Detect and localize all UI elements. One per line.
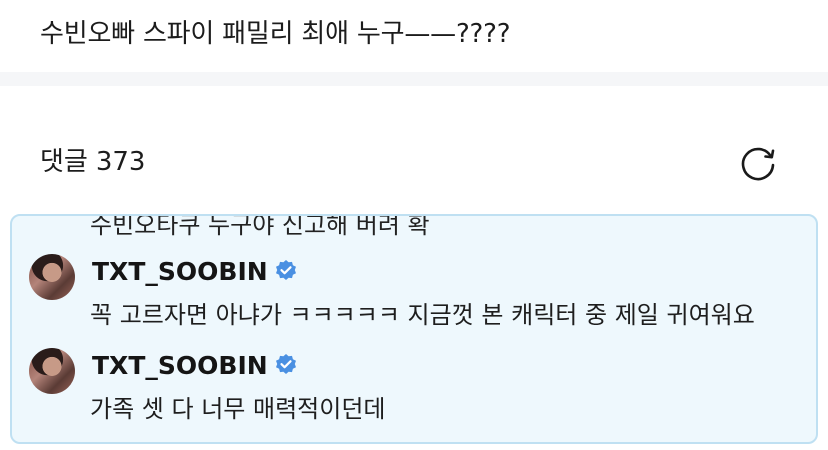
comments-count: 373	[95, 147, 146, 177]
username-text: TXT_SOOBIN	[92, 351, 268, 380]
avatar[interactable]	[29, 348, 75, 394]
previous-comment-text: 수빈오타쿠 누구야 신고해 버려 확	[90, 214, 430, 239]
comments-label: 댓글	[40, 147, 88, 177]
verified-badge-icon	[274, 259, 298, 283]
highlighted-comment-thread: 수빈오타쿠 누구야 신고해 버려 확 TXT_SOOBIN 꼭 고르자면 아냐가…	[10, 214, 818, 444]
avatar[interactable]	[29, 254, 75, 300]
comments-header: 댓글 373	[40, 142, 145, 182]
verified-badge-icon	[274, 353, 298, 377]
reply-text: 꼭 고르자면 아냐가 ㅋㅋㅋㅋㅋ 지금껏 본 캐릭터 중 제일 귀여워요	[90, 301, 755, 329]
username[interactable]: TXT_SOOBIN	[92, 256, 298, 288]
reply-text: 가족 셋 다 너무 매력적이던데	[90, 395, 386, 423]
section-divider	[0, 72, 828, 86]
username[interactable]: TXT_SOOBIN	[92, 350, 298, 382]
post-title: 수빈오빠 스파이 패밀리 최애 누구——????	[40, 19, 511, 49]
username-text: TXT_SOOBIN	[92, 257, 268, 286]
refresh-icon[interactable]	[740, 144, 778, 182]
